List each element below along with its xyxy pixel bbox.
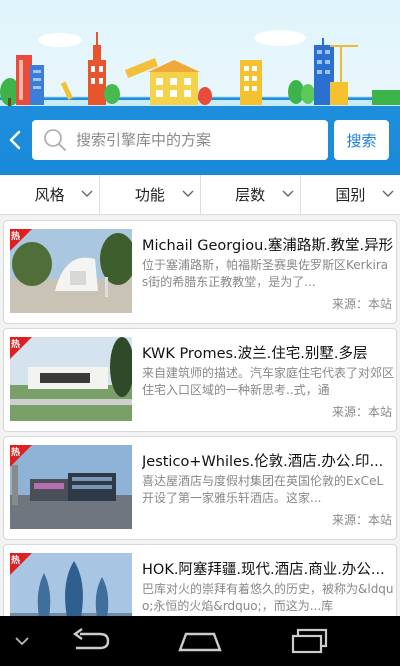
chevron-left-icon: [9, 130, 21, 150]
hot-badge: 热: [10, 229, 32, 251]
project-title: Michail Georgiou.塞浦路斯.教堂.异形: [142, 238, 394, 254]
list-item[interactable]: 热 HOK.阿塞拜疆.现代.酒店.商业.办公... 巴库对火的崇拜有着悠久的历史…: [3, 544, 397, 616]
hot-badge: 热: [10, 445, 32, 467]
chevron-down-icon[interactable]: [14, 636, 30, 646]
list-item[interactable]: 热 Jestico+Whiles.伦敦.酒店.办公.印... 喜达屋酒店与度假村…: [3, 436, 397, 540]
project-source: 来源：本站: [331, 513, 392, 527]
filter-label: 国别: [335, 186, 366, 204]
filter-style[interactable]: 风格: [0, 175, 101, 214]
search-box[interactable]: [32, 120, 328, 160]
search-button[interactable]: 搜索: [334, 120, 389, 160]
filter-floors[interactable]: 层数: [201, 175, 301, 214]
project-source: 来源：本站: [331, 297, 392, 311]
project-description: 巴库对火的崇拜有着悠久的历史，被称为&ldquo;永恒的火焰&rdquo;，而这…: [142, 582, 394, 613]
chevron-down-icon: [182, 190, 193, 197]
project-source: 来源：本站: [331, 405, 392, 419]
recent-apps-icon[interactable]: [290, 628, 330, 654]
project-description: 喜达屋酒店与度假村集团在英国伦敦的ExCeL开设了第一家雅乐轩酒店。这家...: [142, 474, 384, 505]
hot-badge: 热: [10, 553, 32, 575]
home-icon[interactable]: [178, 630, 222, 652]
list-item[interactable]: 热 Michail Georgiou.塞浦路斯.教堂.异形 位于塞浦路斯，帕福斯…: [3, 220, 397, 324]
project-title: Jestico+Whiles.伦敦.酒店.办公.印...: [142, 454, 384, 470]
project-title: HOK.阿塞拜疆.现代.酒店.商业.办公...: [142, 562, 385, 578]
chevron-down-icon: [382, 190, 394, 197]
project-title: KWK Promes.波兰.住宅.别墅.多层: [142, 346, 368, 362]
back-button[interactable]: [4, 126, 26, 154]
filter-label: 层数: [235, 186, 266, 204]
filter-bar: 风格 功能 层数 国别: [0, 175, 400, 215]
search-input[interactable]: [76, 131, 316, 149]
list-item[interactable]: 热 KWK Promes.波兰.住宅.别墅.多层 来自建筑师的描述。汽车家庭住宅…: [3, 328, 397, 432]
chevron-down-icon: [282, 190, 294, 197]
filter-label: 风格: [34, 186, 65, 204]
chevron-down-icon: [81, 190, 93, 197]
project-description: 位于塞浦路斯，帕福斯圣赛奥佐罗斯区Kerkiras街的希腊东正教教堂，是为了..…: [142, 258, 389, 289]
project-description: 来自建筑师的描述。汽车家庭住宅代表了对郊区住宅入口区域的一种新思考..式，通: [142, 366, 394, 397]
filter-country[interactable]: 国别: [301, 175, 400, 214]
back-icon[interactable]: [68, 628, 110, 654]
search-icon: [44, 129, 66, 151]
system-navigation-bar: [0, 616, 400, 666]
project-list: 热 Michail Georgiou.塞浦路斯.教堂.异形 位于塞浦路斯，帕福斯…: [0, 216, 400, 616]
hot-badge: 热: [10, 337, 32, 359]
filter-function[interactable]: 功能: [100, 175, 201, 214]
filter-label: 功能: [134, 186, 165, 204]
